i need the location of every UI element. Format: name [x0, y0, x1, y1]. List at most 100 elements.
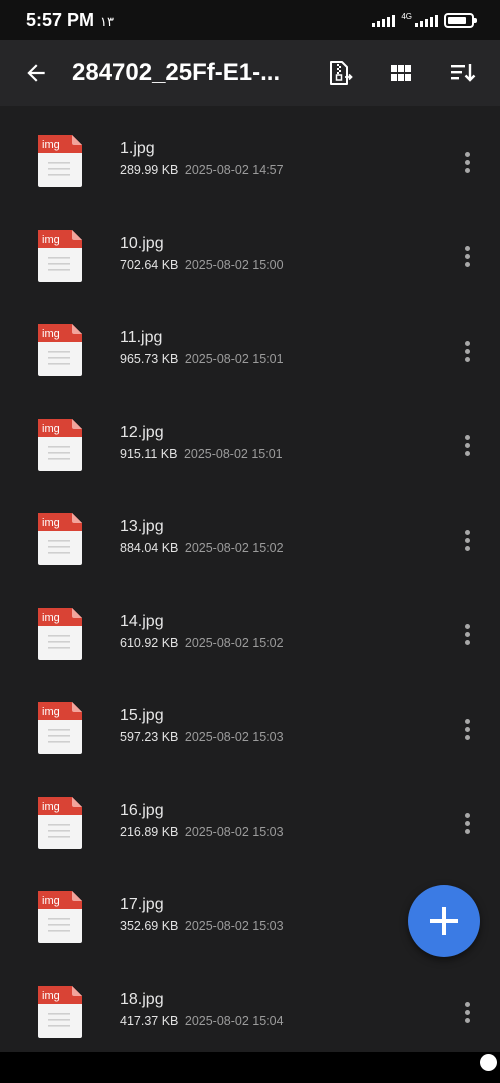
file-meta: 965.73 KB 2025-08-02 15:01 [120, 351, 284, 367]
file-size: 702.64 KB [120, 257, 179, 272]
page-title: 284702_25Ff-E1-... [72, 59, 281, 86]
image-file-icon: img [38, 796, 82, 849]
image-file-icon: img [38, 135, 82, 187]
file-type-badge: img [42, 139, 60, 151]
file-meta: 289.99 KB 2025-08-02 14:57 [120, 162, 284, 178]
file-type-badge: img [42, 328, 60, 340]
file-size: 352.69 KB [120, 919, 179, 933]
add-button[interactable] [408, 885, 480, 957]
file-type-badge: img [42, 612, 60, 624]
file-text: 12.jpg 915.11 KB 2025-08-02 15:01 [120, 423, 283, 462]
more-options-icon[interactable] [452, 998, 482, 1028]
file-text: 1.jpg 289.99 KB 2025-08-02 14:57 [120, 139, 284, 178]
navigation-bar [0, 1052, 500, 1083]
file-name: 15.jpg [120, 707, 164, 724]
image-file-icon: img [38, 607, 82, 660]
image-file-icon: img [38, 702, 82, 754]
file-type-badge: img [42, 423, 60, 435]
file-size: 417.37 KB [120, 1013, 179, 1028]
network-type-label: 4G [401, 11, 412, 21]
file-type-badge: img [42, 990, 60, 1002]
cell-signal-icon [415, 13, 438, 27]
file-text: 14.jpg 610.92 KB 2025-08-02 15:02 [120, 612, 284, 651]
file-size: 915.11 KB [120, 446, 178, 461]
image-file-icon: img [38, 418, 82, 471]
more-options-icon[interactable] [452, 147, 482, 177]
file-row[interactable]: img 16.jpg 216.89 KB 2025-08-02 15:03 [0, 768, 500, 863]
back-button[interactable] [0, 40, 72, 106]
file-row[interactable]: img 14.jpg 610.92 KB 2025-08-02 15:02 [0, 579, 500, 674]
file-row[interactable]: img 13.jpg 884.04 KB 2025-08-02 15:02 [0, 484, 500, 579]
file-size: 216.89 KB [120, 824, 179, 839]
more-options-icon[interactable] [452, 620, 482, 650]
file-date: 2025-08-02 15:03 [184, 919, 284, 933]
file-date: 2025-08-02 15:02 [184, 635, 284, 650]
file-size: 965.73 KB [120, 352, 179, 366]
zip-export-icon [330, 61, 353, 85]
more-options-icon[interactable] [452, 242, 482, 272]
file-row[interactable]: img 11.jpg 965.73 KB 2025-08-02 15:01 [0, 295, 500, 390]
file-meta: 610.92 KB 2025-08-02 15:02 [120, 635, 284, 651]
file-date: 2025-08-02 14:57 [184, 163, 284, 177]
more-options-icon[interactable] [452, 714, 482, 744]
navigation-dot[interactable] [480, 1054, 497, 1071]
file-meta: 352.69 KB 2025-08-02 15:03 [120, 918, 284, 934]
file-type-badge: img [42, 706, 60, 718]
file-size: 610.92 KB [120, 635, 179, 650]
status-bar: 5:57 PM ١٣ 4G [0, 0, 500, 40]
file-meta: 597.23 KB 2025-08-02 15:03 [120, 729, 284, 745]
status-time: 5:57 PM [26, 9, 95, 30]
zip-export-button[interactable] [308, 40, 370, 106]
more-options-icon[interactable] [452, 336, 482, 366]
file-name: 11.jpg [120, 329, 163, 346]
file-text: 17.jpg 352.69 KB 2025-08-02 15:03 [120, 895, 284, 934]
app-bar: 284702_25Ff-E1-... [0, 40, 500, 106]
file-name: 13.jpg [120, 518, 164, 535]
status-icons: 4G [372, 11, 477, 28]
grid-view-icon [391, 65, 411, 81]
file-name: 16.jpg [120, 801, 164, 819]
image-file-icon: img [38, 229, 82, 282]
toolbar-actions [308, 40, 494, 106]
file-text: 16.jpg 216.89 KB 2025-08-02 15:03 [120, 801, 284, 840]
file-size: 884.04 KB [120, 541, 179, 555]
arrow-left-icon [27, 64, 45, 82]
file-text: 10.jpg 702.64 KB 2025-08-02 15:00 [120, 234, 284, 273]
file-text: 15.jpg 597.23 KB 2025-08-02 15:03 [120, 706, 284, 745]
image-file-icon: img [38, 985, 82, 1038]
status-extra: ١٣ [100, 13, 114, 29]
file-text: 18.jpg 417.37 KB 2025-08-02 15:04 [120, 990, 284, 1029]
grid-view-button[interactable] [370, 40, 432, 106]
file-date: 2025-08-02 15:03 [184, 824, 284, 839]
wifi-signal-icon [372, 13, 396, 27]
file-row[interactable]: img 10.jpg 702.64 KB 2025-08-02 15:00 [0, 201, 500, 296]
plus-icon [430, 907, 458, 935]
file-row[interactable]: img 12.jpg 915.11 KB 2025-08-02 15:01 [0, 390, 500, 485]
file-date: 2025-08-02 15:02 [184, 541, 284, 555]
more-options-icon[interactable] [452, 809, 482, 839]
file-row[interactable]: img 15.jpg 597.23 KB 2025-08-02 15:03 [0, 673, 500, 768]
sort-icon [451, 64, 476, 82]
file-date: 2025-08-02 15:03 [184, 730, 284, 744]
file-row[interactable]: img 18.jpg 417.37 KB 2025-08-02 15:04 [0, 957, 500, 1052]
file-row[interactable]: img 1.jpg 289.99 KB 2025-08-02 14:57 [0, 106, 500, 201]
sort-button[interactable] [432, 40, 494, 106]
file-name: 18.jpg [120, 990, 164, 1008]
battery-icon [444, 12, 477, 28]
file-meta: 417.37 KB 2025-08-02 15:04 [120, 1013, 284, 1029]
file-date: 2025-08-02 15:01 [183, 446, 283, 461]
file-type-badge: img [42, 801, 60, 813]
file-name: 10.jpg [120, 234, 164, 252]
file-date: 2025-08-02 15:01 [184, 352, 284, 366]
image-file-icon: img [38, 513, 82, 565]
more-options-icon[interactable] [452, 525, 482, 555]
file-name: 17.jpg [120, 896, 164, 913]
file-date: 2025-08-02 15:00 [184, 257, 284, 272]
file-text: 13.jpg 884.04 KB 2025-08-02 15:02 [120, 517, 284, 556]
file-type-badge: img [42, 895, 60, 907]
file-type-badge: img [42, 517, 60, 529]
file-size: 597.23 KB [120, 730, 179, 744]
file-meta: 884.04 KB 2025-08-02 15:02 [120, 540, 284, 556]
more-options-icon[interactable] [452, 431, 482, 461]
file-meta: 915.11 KB 2025-08-02 15:01 [120, 446, 283, 462]
